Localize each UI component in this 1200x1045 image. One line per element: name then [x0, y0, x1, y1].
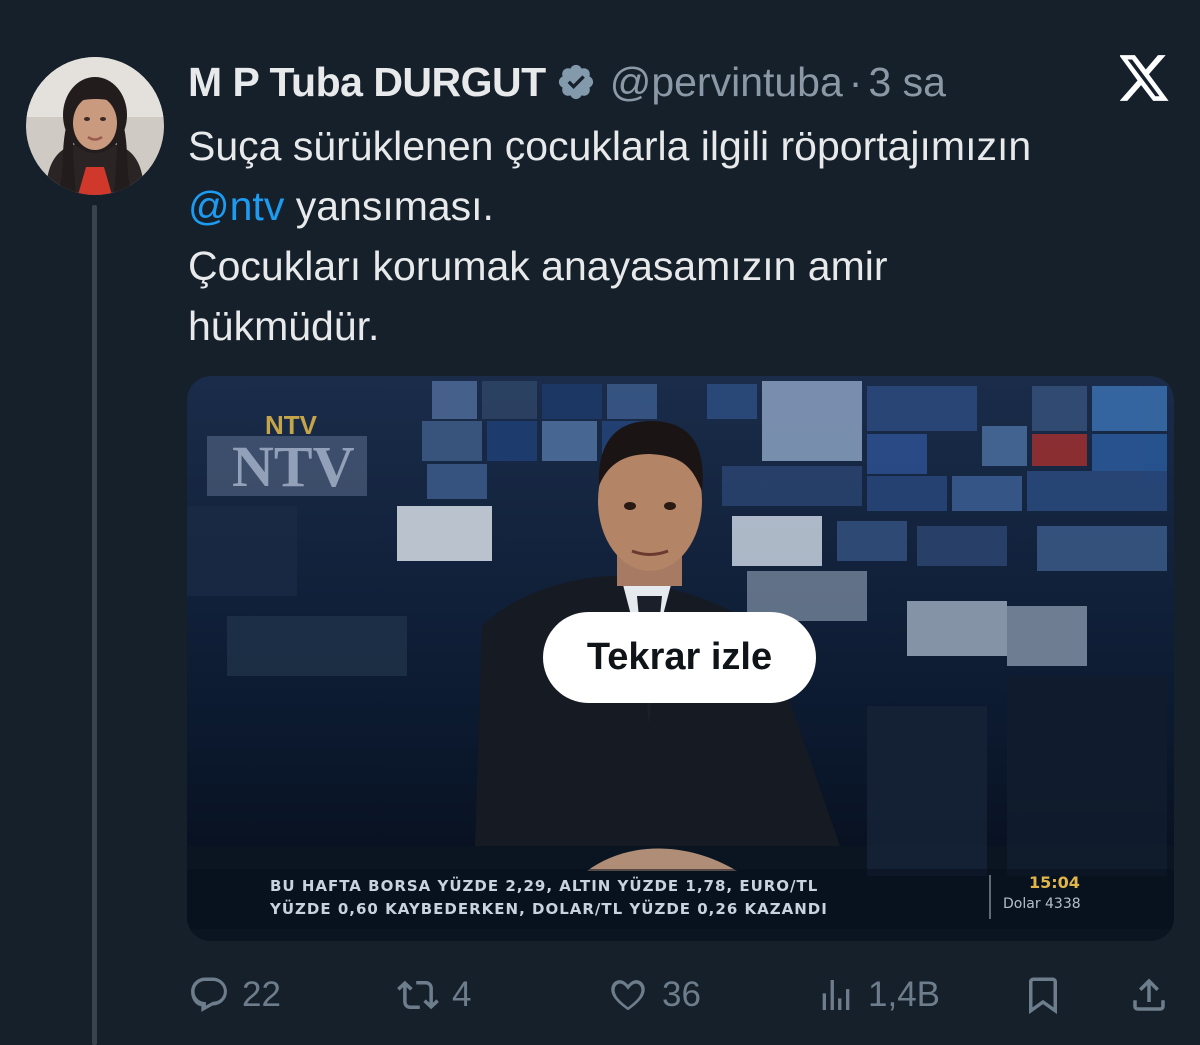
tweet-header: M P Tuba DURGUT @pervintuba · 3 sa [188, 52, 946, 112]
tweet-text-fragment: yansıması. [284, 183, 494, 229]
ticker-text: BU HAFTA BORSA YÜZDE 2,29, ALTIN YÜZDE 1… [270, 875, 828, 921]
tweet-text: Suça sürüklenen çocuklarla ilgili röport… [188, 116, 1178, 356]
tweet-text-line: hükmüdür. [188, 303, 380, 349]
verified-badge-icon [558, 64, 593, 100]
action-bar: 22 4 36 1,4B [188, 965, 1173, 1025]
svg-text:NTV: NTV [232, 434, 355, 499]
mention-link[interactable]: @ntv [188, 183, 284, 229]
video-player[interactable]: NTV NTV Tekrar izle BU HAFTA BORSA YÜZDE… [187, 376, 1174, 941]
replay-button[interactable]: Tekrar izle [543, 612, 816, 703]
tweet-text-line: @ntv yansıması. [188, 176, 1178, 236]
views-count: 1,4B [868, 975, 940, 1014]
bookmark-icon [1029, 977, 1057, 1015]
views-icon [822, 980, 850, 1010]
like-button[interactable]: 36 [606, 965, 701, 1025]
retweet-button[interactable]: 4 [396, 965, 471, 1025]
avatar[interactable] [26, 57, 164, 195]
separator-dot: · [848, 58, 863, 105]
ticker-line: YÜZDE 0,60 KAYBEDERKEN, DOLAR/TL YÜZDE 0… [270, 900, 828, 918]
reply-icon [191, 977, 227, 1012]
thread-line [92, 205, 97, 1045]
share-button[interactable] [1128, 965, 1170, 1025]
like-count: 36 [662, 975, 701, 1014]
avatar-image [26, 57, 164, 195]
ticker-line: BU HAFTA BORSA YÜZDE 2,29, ALTIN YÜZDE 1… [270, 877, 819, 895]
ticker-dolar: Dolar 4338 [1003, 896, 1081, 912]
x-logo-icon [1120, 55, 1169, 101]
ticker-divider [989, 875, 991, 919]
bookmark-button[interactable] [1022, 965, 1064, 1025]
timestamp[interactable]: 3 sa [868, 59, 946, 106]
retweet-count: 4 [452, 975, 472, 1014]
views-button[interactable]: 1,4B [816, 965, 940, 1025]
news-ticker: BU HAFTA BORSA YÜZDE 2,29, ALTIN YÜZDE 1… [187, 869, 1174, 929]
ticker-time: 15:04 [1029, 873, 1080, 892]
reply-count: 22 [242, 975, 281, 1014]
retweet-icon [397, 980, 439, 1010]
reply-button[interactable]: 22 [188, 965, 281, 1025]
tweet-text-line: Suça sürüklenen çocuklarla ilgili röport… [188, 123, 1032, 169]
author-name[interactable]: M P Tuba DURGUT [188, 59, 546, 106]
share-icon [1133, 978, 1165, 1011]
tweet-text-line: Çocukları korumak anayasamızın amir [188, 243, 888, 289]
heart-icon [611, 980, 645, 1011]
author-handle[interactable]: @pervintuba [610, 59, 843, 106]
